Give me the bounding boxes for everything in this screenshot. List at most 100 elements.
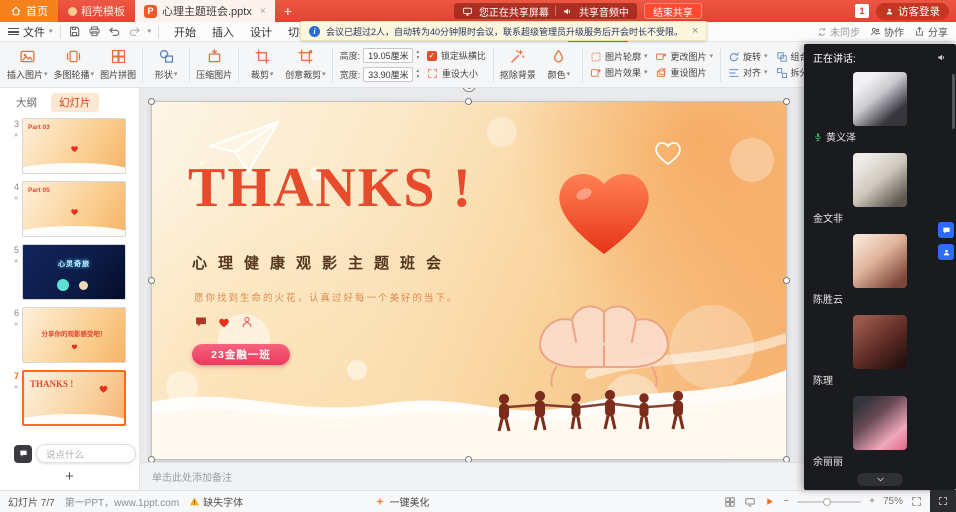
zoom-slider[interactable]: [797, 501, 861, 503]
screen-share-icon: [462, 6, 473, 17]
multi-carousel-button[interactable]: 多图轮播▾: [51, 46, 98, 83]
creative-crop-button[interactable]: 创意裁剪▾: [282, 46, 329, 83]
participant-avatar: [853, 72, 907, 126]
collapse-panel-button[interactable]: [857, 473, 903, 486]
slide-title[interactable]: THANKS !: [188, 160, 473, 216]
danmaku-toggle-button[interactable]: [14, 445, 32, 463]
remove-background-button[interactable]: 抠除背景: [497, 46, 539, 83]
tab-start[interactable]: 开始: [166, 22, 204, 42]
slideshow-play-button[interactable]: [764, 496, 775, 507]
docer-icon: [68, 7, 77, 16]
slide-thumbnail-6[interactable]: 6★ 分享你的观影感受吧！: [4, 307, 135, 363]
thumbnail-image[interactable]: Part 05: [22, 181, 126, 237]
zoom-slider-thumb[interactable]: [823, 498, 831, 506]
redo-button[interactable]: [128, 25, 141, 38]
height-stepper[interactable]: ▴▾: [416, 49, 419, 62]
resize-handle-nw[interactable]: [148, 98, 155, 105]
end-share-button[interactable]: 结束共享: [644, 3, 702, 19]
quick-comment-input[interactable]: 说点什么: [36, 444, 136, 463]
thumbnail-image[interactable]: 分享你的观影感受吧！: [22, 307, 126, 363]
service-badge-person[interactable]: [938, 244, 954, 260]
close-icon[interactable]: ×: [692, 25, 698, 37]
sync-status[interactable]: 未同步: [817, 24, 860, 39]
collab-button[interactable]: 协作: [870, 24, 904, 39]
compress-picture-button[interactable]: 压缩图片: [193, 46, 235, 83]
participant[interactable]: 余丽丽: [804, 393, 956, 470]
class-badge[interactable]: 23金融一班: [192, 344, 290, 365]
participant[interactable]: 金文非: [804, 150, 956, 227]
zoom-in-button[interactable]: +: [869, 496, 875, 507]
tab-design[interactable]: 设计: [242, 22, 280, 42]
insert-picture-button[interactable]: 插入图片▾: [4, 46, 51, 83]
width-input[interactable]: 33.90厘米: [363, 67, 413, 82]
zoom-out-button[interactable]: −: [783, 496, 789, 507]
resize-handle-n[interactable]: [465, 98, 472, 105]
add-slide-button[interactable]: +: [65, 468, 74, 485]
fit-slide-button[interactable]: [911, 496, 922, 507]
zoom-value[interactable]: 75%: [883, 496, 903, 507]
thumbnail-image[interactable]: THANKS !: [22, 370, 126, 426]
color-button[interactable]: 颜色▾: [539, 46, 579, 83]
resize-handle-w[interactable]: [148, 277, 155, 284]
participant[interactable]: 陈理: [804, 312, 956, 389]
picture-collage-button[interactable]: 图片拼图: [97, 46, 139, 83]
slide-thumbnail-3[interactable]: 3★ Part 03: [4, 118, 135, 174]
slide-thumbnail-7[interactable]: 7★ THANKS !: [4, 370, 135, 426]
print-button[interactable]: [88, 25, 101, 38]
save-button[interactable]: [68, 25, 81, 38]
missing-font-warning[interactable]: 缺失字体: [189, 494, 243, 509]
document-tab[interactable]: P 心理主题班会.pptx ×: [135, 0, 275, 22]
reading-view-button[interactable]: [744, 496, 756, 508]
tab-insert[interactable]: 插入: [204, 22, 242, 42]
docer-template-tab[interactable]: 稻壳模板: [58, 0, 135, 22]
resize-handle-e[interactable]: [783, 277, 790, 284]
share-button[interactable]: 分享: [914, 24, 948, 39]
chevron-down-icon[interactable]: ▾: [148, 28, 152, 35]
align-button[interactable]: 对齐 ▾: [728, 66, 768, 79]
width-stepper[interactable]: ▴▾: [416, 68, 419, 81]
shapes-button[interactable]: 形状▾: [146, 46, 186, 83]
thumbnail-image[interactable]: Part 03: [22, 118, 126, 174]
undo-button[interactable]: [108, 25, 121, 38]
step-down-icon[interactable]: ▾: [416, 55, 419, 61]
file-menu-button[interactable]: 文件 ▾: [8, 24, 53, 40]
panel-scrollbar[interactable]: [952, 74, 955, 129]
crop-button[interactable]: 裁剪▾: [242, 46, 282, 83]
home-tab[interactable]: 首页: [0, 0, 58, 22]
slide-quote[interactable]: 愿你找到生命的火花，认真过好每一个美好的当下。: [194, 290, 459, 304]
change-picture-button[interactable]: 更改图片 ▾: [655, 50, 713, 63]
chevron-down-icon: [876, 475, 885, 484]
thumbnail-image[interactable]: 心灵奇旅: [22, 244, 126, 300]
speaker-icon[interactable]: [936, 52, 947, 63]
slide-thumbnail-5[interactable]: 5★ 心灵奇旅: [4, 244, 135, 300]
reset-picture-button[interactable]: 重设图片: [655, 66, 713, 79]
magic-wand-icon: [509, 48, 526, 65]
outline-tab[interactable]: 大纲: [8, 93, 45, 112]
wave-decor: [22, 163, 126, 174]
beautify-button[interactable]: 一键美化: [375, 494, 430, 509]
normal-view-button[interactable]: [724, 496, 736, 508]
picture-outline-button[interactable]: 图片轮廓 ▾: [590, 50, 648, 63]
user-count-badge[interactable]: 1: [855, 4, 869, 18]
corner-tool-block[interactable]: [930, 490, 956, 512]
slides-tab[interactable]: 幻灯片: [51, 93, 99, 112]
resize-handle-ne[interactable]: [783, 98, 790, 105]
slide-canvas[interactable]: THANKS ! 心理健康观影主题班会 愿你找到生命的火花，认真过好每一个美好的…: [152, 102, 786, 459]
participant[interactable]: 黄义泽: [804, 69, 956, 146]
lock-aspect-ratio-checkbox[interactable]: ✓ 锁定纵横比: [427, 49, 486, 62]
new-tab-button[interactable]: +: [284, 3, 292, 19]
participant[interactable]: 陈胜云: [804, 231, 956, 308]
rotate-button[interactable]: 旋转 ▾: [728, 50, 768, 63]
character-decor: [79, 281, 88, 290]
reset-size-button[interactable]: 重设大小: [427, 67, 486, 80]
step-down-icon[interactable]: ▾: [416, 74, 419, 80]
guest-login-button[interactable]: 访客登录: [876, 3, 949, 20]
height-input[interactable]: 19.05厘米: [363, 48, 413, 63]
slide-thumbnail-4[interactable]: 4★ Part 05: [4, 181, 135, 237]
shapes-icon: [158, 48, 175, 65]
slide-subtitle[interactable]: 心理健康观影主题班会: [192, 252, 452, 273]
chat-icon: [19, 449, 28, 458]
service-badge-chat[interactable]: [938, 222, 954, 238]
tab-close-icon[interactable]: ×: [260, 6, 266, 17]
picture-effects-button[interactable]: 图片效果 ▾: [590, 66, 648, 79]
